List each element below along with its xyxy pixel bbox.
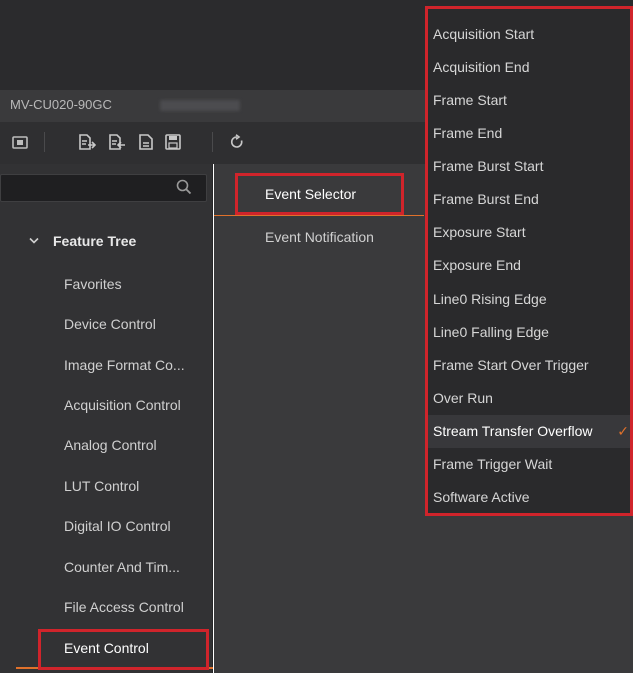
selected-item-indicator bbox=[16, 667, 213, 669]
toolbar-separator bbox=[44, 132, 45, 152]
dropdown-option[interactable]: Frame Start Over Trigger bbox=[425, 349, 633, 382]
import-features-icon[interactable] bbox=[108, 134, 126, 150]
option-label: Software Active bbox=[433, 489, 530, 505]
dropdown-option[interactable]: Frame End bbox=[425, 117, 633, 150]
option-label: Line0 Falling Edge bbox=[433, 324, 549, 340]
dropdown-option[interactable]: Line0 Falling Edge bbox=[425, 316, 633, 349]
tree-item-acquisition-control[interactable]: Acquisition Control bbox=[64, 397, 181, 413]
dropdown-option[interactable]: Frame Start bbox=[425, 84, 633, 117]
dropdown-option[interactable]: Exposure Start bbox=[425, 216, 633, 249]
device-name: MV-CU020-90GC bbox=[10, 97, 112, 112]
option-label: Stream Transfer Overflow bbox=[433, 423, 593, 439]
device-serial-blurred bbox=[160, 100, 240, 111]
checkmark-icon: ✓ bbox=[617, 423, 629, 439]
dropdown-option[interactable]: Exposure End bbox=[425, 249, 633, 282]
export-features-icon[interactable] bbox=[78, 134, 96, 150]
dropdown-option[interactable]: Acquisition Start bbox=[425, 18, 633, 51]
tree-item-digital-io-control[interactable]: Digital IO Control bbox=[64, 518, 171, 534]
dropdown-option[interactable]: Acquisition End bbox=[425, 51, 633, 84]
option-label: Frame Start Over Trigger bbox=[433, 357, 589, 373]
option-label: Frame Start bbox=[433, 92, 507, 108]
dropdown-option[interactable]: Software Active bbox=[425, 481, 633, 514]
tree-item-image-format-control[interactable]: Image Format Co... bbox=[64, 357, 185, 373]
dropdown-option-selected[interactable]: Stream Transfer Overflow ✓ bbox=[425, 415, 633, 448]
document-icon[interactable] bbox=[138, 134, 154, 150]
tree-item-device-control[interactable]: Device Control bbox=[64, 316, 156, 332]
search-icon[interactable] bbox=[175, 178, 193, 196]
tree-item-lut-control[interactable]: LUT Control bbox=[64, 478, 139, 494]
event-selector-label[interactable]: Event Selector bbox=[265, 186, 356, 202]
save-icon[interactable] bbox=[165, 134, 181, 150]
toolbar-separator bbox=[212, 132, 213, 152]
tree-item-counter-and-timer[interactable]: Counter And Tim... bbox=[64, 559, 180, 575]
option-label: Frame Burst End bbox=[433, 191, 539, 207]
dropdown-option[interactable]: Frame Burst End bbox=[425, 183, 633, 216]
property-row-divider bbox=[214, 215, 424, 216]
option-label: Over Run bbox=[433, 390, 493, 406]
tree-item-analog-control[interactable]: Analog Control bbox=[64, 437, 157, 453]
dropdown-option[interactable]: Line0 Rising Edge bbox=[425, 283, 633, 316]
refresh-icon[interactable] bbox=[229, 134, 245, 150]
option-label: Acquisition Start bbox=[433, 26, 535, 42]
option-label: Frame End bbox=[433, 125, 503, 141]
feature-tree-header[interactable]: Feature Tree bbox=[53, 233, 136, 249]
option-label: Frame Trigger Wait bbox=[433, 456, 553, 472]
tree-item-favorites[interactable]: Favorites bbox=[64, 276, 122, 292]
option-label: Frame Burst Start bbox=[433, 158, 544, 174]
event-notification-label[interactable]: Event Notification bbox=[265, 229, 374, 245]
camera-icon[interactable] bbox=[12, 134, 28, 150]
option-label: Line0 Rising Edge bbox=[433, 291, 547, 307]
dropdown-option[interactable]: Frame Trigger Wait bbox=[425, 448, 633, 481]
option-label: Exposure Start bbox=[433, 224, 526, 240]
tree-item-event-control[interactable]: Event Control bbox=[64, 640, 149, 656]
chevron-down-icon[interactable] bbox=[29, 237, 39, 245]
tree-item-file-access-control[interactable]: File Access Control bbox=[64, 599, 184, 615]
dropdown-option[interactable]: Over Run bbox=[425, 382, 633, 415]
option-label: Exposure End bbox=[433, 257, 521, 273]
dropdown-option[interactable]: Frame Burst Start bbox=[425, 150, 633, 183]
option-label: Acquisition End bbox=[433, 59, 530, 75]
